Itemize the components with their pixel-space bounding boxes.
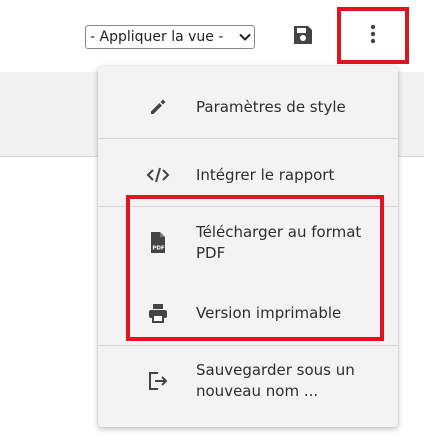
menu-item-label: Intégrer le rapport [196,165,335,184]
menu-item-embed-report[interactable]: Intégrer le rapport [98,160,398,190]
menu-item-style-settings[interactable]: Paramètres de style [98,92,398,122]
menu-item-label: Télécharger au format PDF [196,223,362,262]
apply-view-select[interactable]: - Appliquer la vue - [85,25,255,49]
menu-item-label: Paramètres de style [196,97,346,116]
more-options-button[interactable] [337,7,409,64]
pdf-file-icon: PDF [146,231,170,255]
toolbar: - Appliquer la vue - [0,0,424,72]
menu-divider [98,138,398,139]
vertical-dots-icon [370,24,376,48]
options-menu: Paramètres de style Intégrer le rapport … [98,66,398,427]
menu-divider [98,345,398,346]
apply-view-select-value: - Appliquer la vue - [90,29,224,45]
floppy-disk-icon [292,24,314,50]
pencil-icon [146,95,170,119]
save-as-icon [146,369,170,393]
save-button[interactable] [290,24,316,50]
menu-divider [98,206,398,207]
code-icon [146,163,170,187]
menu-item-save-as[interactable]: Sauvegarder sous un nouveau nom ... [98,359,398,403]
svg-text:PDF: PDF [152,246,165,252]
menu-item-printable-version[interactable]: Version imprimable [98,298,398,328]
printer-icon [146,301,170,325]
menu-item-label: Sauvegarder sous un nouveau nom ... [196,361,355,400]
menu-item-label: Version imprimable [196,303,342,322]
chevron-down-icon [238,30,252,44]
menu-item-download-pdf[interactable]: PDF Télécharger au format PDF [98,221,398,265]
